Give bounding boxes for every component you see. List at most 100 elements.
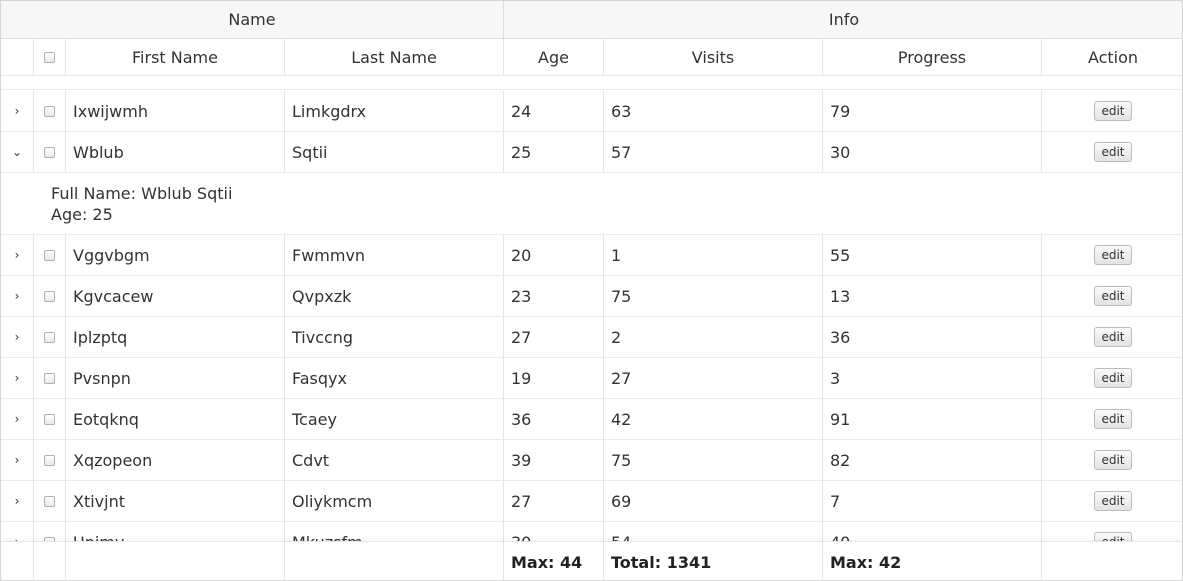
cell-age: 27 xyxy=(503,317,603,357)
header-visits[interactable]: Visits xyxy=(603,39,822,75)
cell-age: 25 xyxy=(503,132,603,172)
cell-first-name: Xqzopeon xyxy=(65,440,284,480)
table-row: › Kgvcacew Qvpxzk 23 75 13 edit xyxy=(1,276,1182,317)
cell-visits: 75 xyxy=(603,440,822,480)
row-checkbox[interactable] xyxy=(44,372,55,384)
header-action: Action xyxy=(1041,39,1182,75)
cell-first-name: Pvsnpn xyxy=(65,358,284,398)
table-row: › Xtivjnt Oliykmcm 27 69 7 edit xyxy=(1,481,1182,522)
cell-progress: 3 xyxy=(822,358,1041,398)
header-spacer xyxy=(1,76,1182,90)
footer-age-max: Max: 44 xyxy=(503,542,603,580)
cell-visits: 69 xyxy=(603,481,822,521)
row-checkbox[interactable] xyxy=(44,495,55,507)
table-row: › Ixwijwmh Limkgdrx 24 63 79 edit xyxy=(1,91,1182,132)
cell-first-name: Ixwijwmh xyxy=(65,91,284,131)
cell-progress: 82 xyxy=(822,440,1041,480)
expanded-detail-row: Full Name: Wblub Sqtii Age: 25 xyxy=(1,173,1182,235)
table-row: › Pvsnpn Fasqyx 19 27 3 edit xyxy=(1,358,1182,399)
chevron-right-icon[interactable]: › xyxy=(15,105,20,117)
table-row: › Iplzptq Tivccng 27 2 36 edit xyxy=(1,317,1182,358)
row-checkbox[interactable] xyxy=(44,290,55,302)
group-header-info: Info xyxy=(503,1,1182,38)
cell-age: 39 xyxy=(503,440,603,480)
footer-visits-total: Total: 1341 xyxy=(603,542,822,580)
cell-age: 27 xyxy=(503,481,603,521)
cell-progress: 55 xyxy=(822,235,1041,275)
cell-last-name: Limkgdrx xyxy=(284,91,503,131)
cell-last-name: Cdvt xyxy=(284,440,503,480)
table-row: › Vggvbgm Fwmmvn 20 1 55 edit xyxy=(1,235,1182,276)
header-select-all-cell xyxy=(33,39,65,75)
cell-progress: 36 xyxy=(822,317,1041,357)
table-row: › Xqzopeon Cdvt 39 75 82 edit xyxy=(1,440,1182,481)
cell-first-name: Xtivjnt xyxy=(65,481,284,521)
cell-visits: 1 xyxy=(603,235,822,275)
group-header-name: Name xyxy=(228,10,276,29)
edit-button[interactable]: edit xyxy=(1094,368,1132,388)
edit-button[interactable]: edit xyxy=(1094,450,1132,470)
header-progress[interactable]: Progress xyxy=(822,39,1041,75)
chevron-right-icon[interactable]: › xyxy=(15,249,20,261)
cell-progress: 79 xyxy=(822,91,1041,131)
cell-progress: 30 xyxy=(822,132,1041,172)
column-header-row: First Name Last Name Age Visits Progress… xyxy=(1,39,1182,76)
cell-visits: 2 xyxy=(603,317,822,357)
cell-age: 24 xyxy=(503,91,603,131)
row-checkbox[interactable] xyxy=(44,413,55,425)
footer-progress-max: Max: 42 xyxy=(822,542,1041,580)
row-checkbox[interactable] xyxy=(44,249,55,261)
table-row: ⌄ Wblub Sqtii 25 57 30 edit xyxy=(1,132,1182,173)
cell-first-name: Eotqknq xyxy=(65,399,284,439)
edit-button[interactable]: edit xyxy=(1094,286,1132,306)
edit-button[interactable]: edit xyxy=(1094,491,1132,511)
cell-last-name: Tivccng xyxy=(284,317,503,357)
row-checkbox[interactable] xyxy=(44,454,55,466)
header-age[interactable]: Age xyxy=(503,39,603,75)
cell-last-name: Fasqyx xyxy=(284,358,503,398)
chevron-right-icon[interactable]: › xyxy=(15,454,20,466)
cell-visits: 63 xyxy=(603,91,822,131)
cell-first-name: Iplzptq xyxy=(65,317,284,357)
chevron-right-icon[interactable]: › xyxy=(15,413,20,425)
cell-progress: 7 xyxy=(822,481,1041,521)
detail-age: Age: 25 xyxy=(51,205,113,224)
edit-button[interactable]: edit xyxy=(1094,142,1132,162)
cell-first-name: Vggvbgm xyxy=(65,235,284,275)
cell-age: 20 xyxy=(503,235,603,275)
cell-age: 36 xyxy=(503,399,603,439)
cell-last-name: Qvpxzk xyxy=(284,276,503,316)
detail-full-name: Full Name: Wblub Sqtii xyxy=(51,184,233,203)
table-row: › Eotqknq Tcaey 36 42 91 edit xyxy=(1,399,1182,440)
cell-last-name: Oliykmcm xyxy=(284,481,503,521)
header-last-name[interactable]: Last Name xyxy=(284,39,503,75)
cell-progress: 91 xyxy=(822,399,1041,439)
footer-aggregate-row: Max: 44 Total: 1341 Max: 42 xyxy=(1,541,1182,580)
data-table: Name Info First Name Last Name Age Visit… xyxy=(0,0,1183,581)
row-checkbox[interactable] xyxy=(44,331,55,343)
cell-last-name: Sqtii xyxy=(284,132,503,172)
chevron-right-icon[interactable]: › xyxy=(15,495,20,507)
select-all-checkbox[interactable] xyxy=(44,51,55,63)
cell-visits: 75 xyxy=(603,276,822,316)
chevron-right-icon[interactable]: › xyxy=(15,372,20,384)
chevron-right-icon[interactable]: › xyxy=(15,331,20,343)
edit-button[interactable]: edit xyxy=(1094,245,1132,265)
cell-last-name: Tcaey xyxy=(284,399,503,439)
edit-button[interactable]: edit xyxy=(1094,409,1132,429)
header-first-name[interactable]: First Name xyxy=(65,39,284,75)
edit-button[interactable]: edit xyxy=(1094,327,1132,347)
cell-visits: 27 xyxy=(603,358,822,398)
row-checkbox[interactable] xyxy=(44,146,55,158)
header-expander-cell xyxy=(1,39,33,75)
cell-visits: 42 xyxy=(603,399,822,439)
cell-visits: 57 xyxy=(603,132,822,172)
cell-progress: 13 xyxy=(822,276,1041,316)
edit-button[interactable]: edit xyxy=(1094,101,1132,121)
cell-age: 19 xyxy=(503,358,603,398)
chevron-right-icon[interactable]: › xyxy=(15,290,20,302)
chevron-down-icon[interactable]: ⌄ xyxy=(12,146,22,158)
cell-last-name: Fwmmvn xyxy=(284,235,503,275)
cell-age: 23 xyxy=(503,276,603,316)
row-checkbox[interactable] xyxy=(44,105,55,117)
